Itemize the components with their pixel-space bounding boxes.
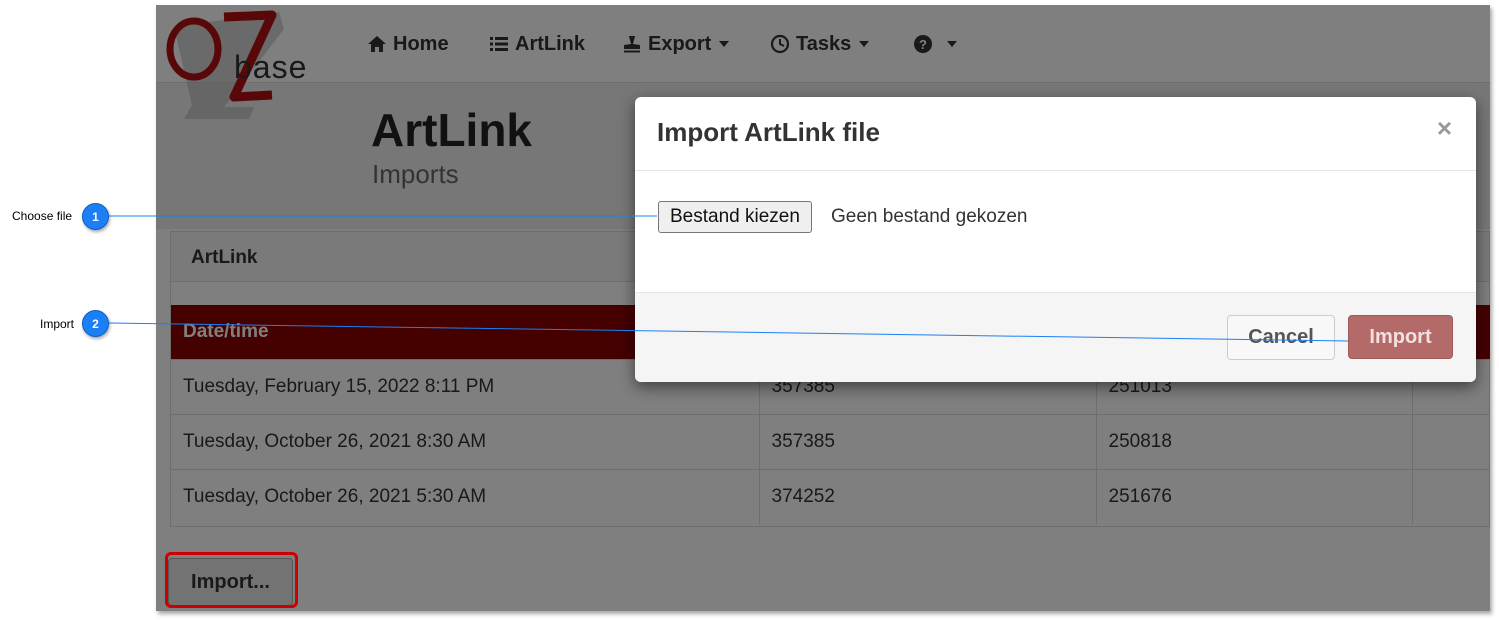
- dialog-body: Bestand kiezen Geen bestand gekozen: [635, 171, 1476, 292]
- file-status-text: Geen bestand gekozen: [831, 206, 1028, 227]
- dialog-header: Import ArtLink file ×: [635, 97, 1476, 171]
- annotated-screenshot: Choose file 1 Import 2 base Home ArtLi: [0, 0, 1499, 620]
- callout-marker-2: 2: [82, 310, 109, 337]
- dialog-title: Import ArtLink file: [657, 117, 880, 147]
- highlight-frame: [165, 552, 298, 608]
- import-button[interactable]: Import: [1348, 315, 1453, 359]
- callout-label-import: Import: [40, 317, 75, 331]
- cancel-button[interactable]: Cancel: [1227, 315, 1335, 360]
- callout-label-choose-file: Choose file: [12, 209, 73, 223]
- dialog-footer: Cancel Import: [635, 292, 1476, 382]
- close-icon[interactable]: ×: [1437, 115, 1452, 141]
- choose-file-button[interactable]: Bestand kiezen: [658, 201, 812, 233]
- callout-marker-1: 1: [82, 203, 109, 230]
- import-dialog: Import ArtLink file × Bestand kiezen Gee…: [635, 97, 1476, 382]
